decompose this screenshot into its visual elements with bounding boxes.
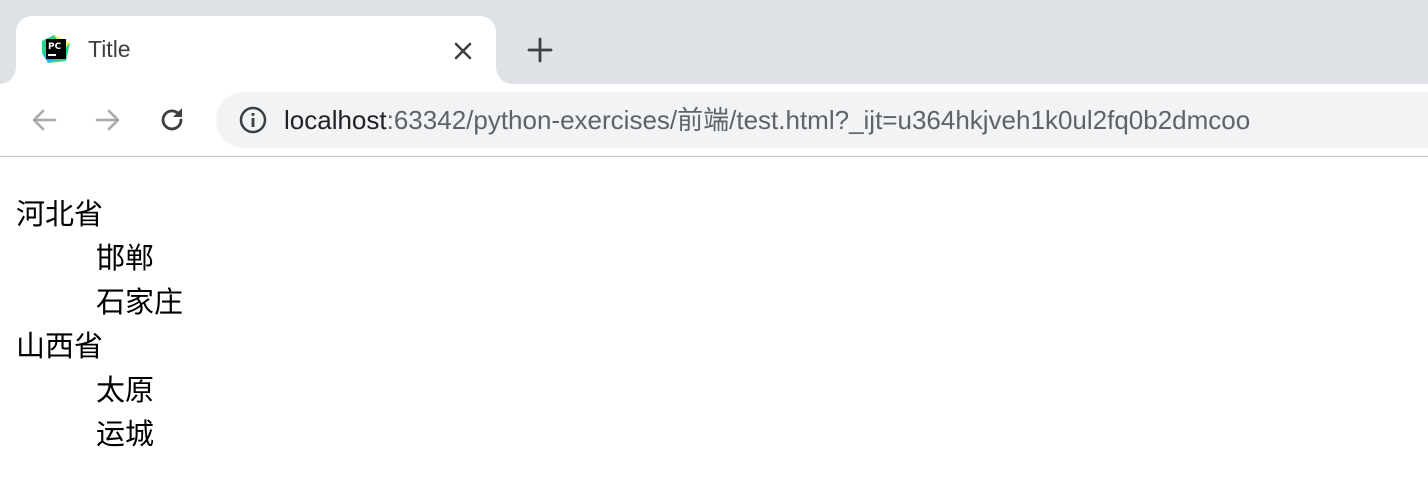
svg-text:PC: PC (48, 42, 62, 52)
arrow-right-icon (95, 109, 120, 131)
tab-strip: PC Title (0, 0, 1428, 84)
url-host: localhost (284, 105, 387, 135)
province-list: 河北省 邯郸 石家庄 山西省 太原 运城 (16, 192, 183, 456)
browser-tab[interactable]: PC Title (0, 16, 512, 84)
info-icon[interactable] (238, 105, 268, 135)
province-item: 山西省 (16, 329, 104, 363)
city-item: 运城 (96, 417, 155, 451)
pycharm-icon: PC (40, 33, 72, 65)
province-item: 河北省 (16, 197, 104, 231)
city-item: 太原 (96, 373, 155, 407)
url-text[interactable]: localhost:63342/python-exercises/前端/test… (284, 105, 1250, 135)
tab-title: Title (88, 36, 131, 62)
address-bar[interactable]: localhost:63342/python-exercises/前端/test… (216, 92, 1428, 148)
city-item: 邯郸 (96, 241, 155, 275)
plus-icon (527, 37, 553, 63)
back-button[interactable] (26, 102, 62, 138)
url-path: :63342/python-exercises/前端/test.html?_ij… (386, 105, 1251, 135)
arrow-left-icon (32, 109, 57, 131)
page-content: 河北省 邯郸 石家庄 山西省 太原 运城 (0, 158, 1428, 478)
close-tab-button[interactable] (448, 36, 478, 66)
new-tab-button[interactable] (522, 32, 558, 68)
reload-icon (161, 108, 183, 131)
city-item: 石家庄 (96, 285, 184, 319)
close-icon (454, 42, 472, 60)
browser-toolbar: localhost:63342/python-exercises/前端/test… (0, 84, 1428, 157)
reload-button[interactable] (154, 102, 190, 138)
forward-button[interactable] (90, 102, 126, 138)
